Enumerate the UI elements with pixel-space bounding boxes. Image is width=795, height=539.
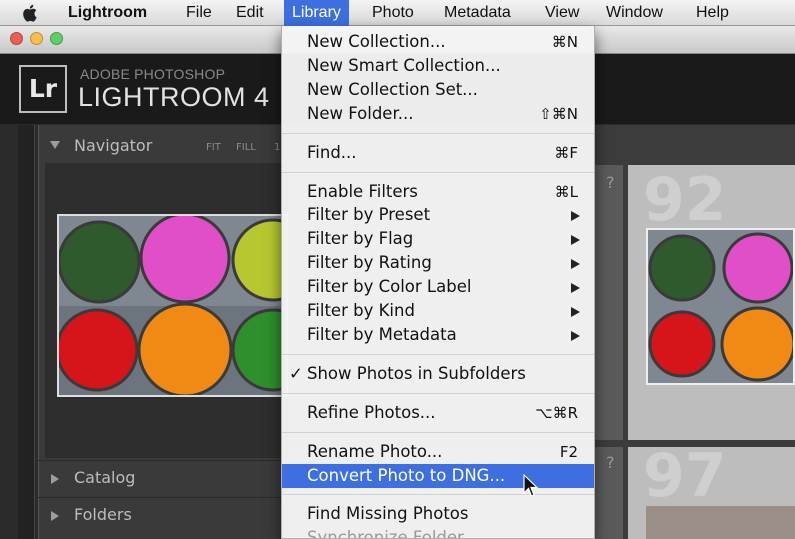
menu-item-label: Convert Photo to DNG... — [307, 465, 506, 485]
menu-window[interactable]: Window — [598, 0, 671, 26]
zoom-fill[interactable]: FILL — [236, 142, 256, 153]
menu-item-shortcut: ⌥⌘R — [535, 403, 578, 422]
menu-bar: Lightroom File Edit Library Photo Metadata Vie… — [0, 0, 795, 26]
navigator-title: Navigator — [74, 136, 153, 155]
apple-icon[interactable] — [22, 3, 40, 23]
library-menu: New Collection... ⌘N New Smart Collection.… — [281, 26, 595, 539]
menu-lightroom[interactable]: Lightroom — [60, 0, 155, 26]
submenu-arrow-icon — [571, 283, 580, 294]
menu-view[interactable]: View — [537, 0, 587, 26]
menu-item-label: Filter by Color Label — [307, 277, 472, 297]
menu-item-show-photos-in-subfolders[interactable]: ✓ Show Photos in Subfolders — [282, 362, 594, 386]
minimize-window-button[interactable] — [30, 32, 43, 45]
menu-separator — [282, 392, 594, 394]
lightroom-logo: Lr — [19, 65, 67, 113]
menu-item-refine-photos[interactable]: Refine Photos... ⌥⌘R — [282, 401, 594, 425]
menu-item-label: New Smart Collection... — [307, 55, 501, 75]
submenu-arrow-icon — [571, 307, 580, 317]
grid-cell-photo[interactable] — [646, 228, 795, 385]
grid-cell-index: 97 — [643, 441, 727, 511]
submenu-arrow-icon — [571, 235, 580, 246]
menu-item-filter-by-preset[interactable]: Filter by Preset — [282, 203, 594, 227]
menu-item-shortcut: F2 — [559, 442, 578, 461]
menu-item-label: Synchronize Folder — [307, 528, 464, 539]
menu-item-label: Enable Filters — [307, 181, 418, 201]
menu-item-shortcut: ⌘F — [554, 143, 578, 162]
close-window-button[interactable] — [10, 32, 23, 45]
menu-separator — [282, 494, 594, 496]
menu-item-new-collection-set[interactable]: New Collection Set... — [282, 78, 594, 102]
menu-item-label: Filter by Kind — [307, 301, 415, 320]
menu-item-filter-by-color-label[interactable]: Filter by Color Label — [282, 275, 594, 299]
zoom-fit[interactable]: FIT — [206, 142, 221, 153]
menu-library[interactable]: Library — [284, 0, 349, 26]
menu-item-new-smart-collection[interactable]: New Smart Collection... — [282, 54, 594, 78]
menu-help[interactable]: Help — [688, 0, 737, 26]
menu-item-label: Filter by Flag — [307, 229, 414, 249]
catalog-label: Catalog — [74, 468, 136, 487]
left-panel-edge[interactable] — [18, 125, 35, 539]
menu-item-label: Filter by Metadata — [307, 324, 457, 344]
menu-edit[interactable]: Edit — [228, 0, 272, 26]
paint-bowls-image — [59, 216, 286, 395]
catalog-panel-header[interactable]: Catalog — [38, 460, 288, 495]
menu-item-filter-by-kind[interactable]: Filter by Kind — [282, 299, 594, 323]
menu-item-label: New Folder... — [307, 103, 414, 123]
menu-item-label: Find... — [307, 142, 357, 162]
zoom-window-button[interactable] — [50, 32, 63, 45]
menu-metadata[interactable]: Metadata — [436, 0, 519, 26]
brand-line-big: LIGHTROOM 4 — [78, 82, 270, 112]
expand-triangle-icon — [51, 474, 59, 484]
menu-item-shortcut: ⇧⌘N — [539, 104, 578, 123]
menu-item-find-missing-photos[interactable]: Find Missing Photos — [282, 502, 594, 526]
paint-bowls-thumbnail — [648, 230, 793, 383]
submenu-arrow-icon — [571, 259, 580, 270]
menu-item-label: Filter by Rating — [307, 253, 432, 273]
menu-item-enable-filters[interactable]: Enable Filters ⌘L — [282, 180, 594, 204]
menu-item-new-collection[interactable]: New Collection... ⌘N — [282, 30, 594, 54]
menu-item-find[interactable]: Find... ⌘F — [282, 141, 594, 165]
menu-item-rename-photo[interactable]: Rename Photo... F2 — [282, 440, 594, 464]
menu-item-label: New Collection Set... — [307, 79, 478, 99]
menu-item-label: Find Missing Photos — [307, 504, 469, 524]
navigator-photo-preview[interactable] — [57, 214, 288, 397]
menu-item-filter-by-flag[interactable]: Filter by Flag — [282, 227, 594, 251]
menu-separator — [282, 353, 594, 355]
menu-item-label: Filter by Preset — [307, 205, 431, 225]
menu-item-label: Refine Photos... — [307, 402, 436, 422]
menu-file[interactable]: File — [178, 0, 220, 26]
menu-item-label: Rename Photo... — [307, 441, 443, 461]
menu-item-shortcut: ⌘N — [551, 33, 578, 51]
menu-separator — [282, 431, 594, 433]
menu-item-shortcut: ⌘L — [554, 182, 578, 201]
folders-panel-header[interactable]: Folders — [38, 497, 288, 532]
badge-icon: ? — [606, 453, 615, 472]
navigator-header[interactable]: Navigator FIT FILL 1 — [38, 132, 288, 160]
zoom-1to1[interactable]: 1 — [274, 142, 280, 153]
menu-item-label: New Collection... — [307, 32, 446, 51]
grid-cell-photo[interactable] — [646, 506, 795, 539]
menu-item-filter-by-metadata[interactable]: Filter by Metadata — [282, 323, 594, 347]
folders-label: Folders — [74, 505, 132, 524]
menu-photo[interactable]: Photo — [364, 0, 422, 26]
brand-line-small: ADOBE PHOTOSHOP — [80, 66, 226, 82]
menu-separator — [282, 171, 594, 173]
menu-item-synchronize-folder[interactable]: Synchronize Folder — [282, 526, 594, 539]
menu-item-convert-photo-to-dng[interactable]: Convert Photo to DNG... — [282, 463, 594, 488]
checkmark-icon: ✓ — [289, 363, 303, 383]
mouse-cursor-icon — [523, 474, 539, 497]
grid-cell-index: 92 — [643, 165, 727, 235]
collapse-triangle-icon — [50, 141, 60, 149]
expand-triangle-icon — [51, 511, 59, 521]
menu-item-label: Show Photos in Subfolders — [307, 363, 526, 383]
submenu-arrow-icon — [571, 211, 580, 222]
menu-separator — [282, 132, 594, 134]
badge-icon: ? — [606, 173, 615, 192]
menu-item-filter-by-rating[interactable]: Filter by Rating — [282, 251, 594, 275]
menu-item-new-folder[interactable]: New Folder... ⇧⌘N — [282, 102, 594, 126]
submenu-arrow-icon — [571, 330, 580, 341]
